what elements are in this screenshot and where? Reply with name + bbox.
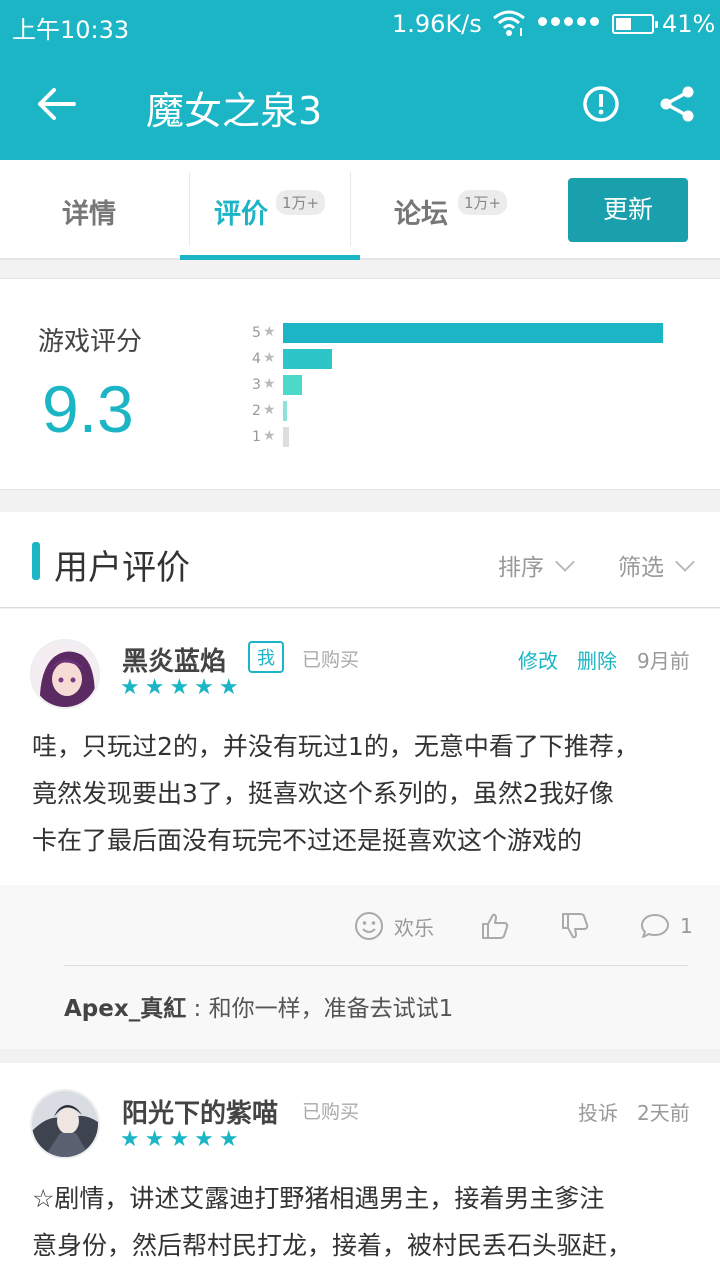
delete-button[interactable]: 删除: [577, 645, 617, 674]
review-line: 哇，只玩过2的，并没有玩过1的，无意中看了下推荐，: [32, 732, 639, 761]
thumbs-down-icon: [562, 913, 589, 939]
star-icon: ★: [263, 376, 276, 392]
battery-percent: 41%: [662, 10, 716, 38]
review-username[interactable]: 阳光下的紫喵: [122, 1093, 278, 1130]
me-badge: 我: [248, 641, 284, 673]
like-button[interactable]: [480, 911, 520, 941]
mood-label: 欢乐: [394, 915, 434, 940]
network-speed: 1.96K/s: [392, 10, 482, 38]
chevron-down-icon: [555, 552, 575, 572]
rating-bar: [283, 349, 332, 369]
tab-label: 详情: [62, 199, 116, 230]
section-title: 用户评价: [54, 548, 190, 588]
rating-bar-label: 3: [252, 377, 261, 393]
wifi-icon: [493, 10, 525, 36]
thumbs-up-icon: [482, 913, 509, 939]
mood-button[interactable]: 欢乐: [354, 911, 434, 941]
chevron-down-icon: [675, 552, 695, 572]
rating-bar-label: 1: [252, 429, 261, 445]
rating-bar: [283, 401, 287, 421]
rating-bar: [283, 375, 302, 395]
status-time: 上午10:33: [12, 16, 130, 44]
app-bar: 魔女之泉3: [0, 50, 720, 160]
rating-bar-label: 2: [252, 403, 261, 419]
review-line: 卡在了最后面没有玩完不过还是挺喜欢这个游戏的: [32, 826, 583, 855]
star-rating: ★★★★★: [120, 1127, 244, 1152]
rating-bar: [283, 427, 289, 447]
page-title: 魔女之泉3: [146, 89, 323, 133]
review-line: ☆剧情，讲述艾露迪打野猪相遇男主，接着男主爹注: [32, 1184, 605, 1213]
report-icon[interactable]: [582, 85, 620, 123]
purchased-tag: 已购买: [302, 649, 360, 671]
share-icon[interactable]: [658, 85, 696, 123]
rating-label: 游戏评分: [38, 327, 143, 357]
tab-divider: [350, 172, 351, 246]
status-bar: 上午10:33 1.96K/s 41%: [0, 0, 720, 50]
review-card: 阳光下的紫喵 已购买 ★★★★★ 投诉 2天前 ☆剧情，讲述艾露迪打野猪相遇男主…: [0, 1063, 720, 1280]
sort-dropdown[interactable]: 排序: [498, 548, 575, 582]
sort-label: 排序: [498, 555, 544, 581]
comment-icon: [641, 914, 669, 938]
review-line: 竟然发现要出3了，挺喜欢这个系列的，虽然2我好像: [32, 779, 614, 808]
tab-label: 评价: [214, 199, 268, 230]
smiley-icon: [355, 912, 383, 940]
tab-label: 论坛: [394, 199, 448, 230]
review-text: 哇，只玩过2的，并没有玩过1的，无意中看了下推荐， 竟然发现要出3了，挺喜欢这个…: [32, 723, 692, 864]
reply-item[interactable]: Apex_真紅 : 和你一样，准备去试试1: [64, 989, 453, 1023]
user-reviews-header: 用户评价 排序 筛选: [0, 512, 720, 608]
tab-details[interactable]: 详情: [0, 160, 180, 258]
star-rating: ★★★★★: [120, 675, 244, 700]
tab-count-badge: 1万+: [458, 190, 508, 215]
section-marker: [32, 542, 40, 580]
avatar[interactable]: [30, 639, 100, 709]
tab-bar: 详情 评价 1万+ 论坛 1万+ 更新: [0, 160, 720, 260]
review-username[interactable]: 黑炎蓝焰: [122, 641, 226, 678]
rating-card: 游戏评分 9.3 5 ★ 4 ★ 3 ★ 2 ★ 1 ★: [0, 278, 720, 490]
review-line: 意身份，然后帮村民打龙，接着，被村民丢石头驱赶，: [32, 1231, 633, 1260]
dislike-button[interactable]: [560, 911, 600, 941]
comment-count: 1: [680, 914, 693, 938]
tab-count-badge: 1万+: [276, 190, 326, 215]
signal-icon: [538, 17, 599, 26]
review-footer: 欢乐 1 Apex_真紅 : 和你一样，准备去试试1: [0, 885, 720, 1049]
rating-bar: [283, 323, 663, 343]
rating-bar-label: 4: [252, 351, 261, 367]
star-icon: ★: [263, 324, 276, 340]
comment-button[interactable]: 1: [640, 911, 693, 941]
review-time: 9月前: [637, 649, 690, 673]
star-icon: ★: [263, 350, 276, 366]
back-arrow-icon[interactable]: [36, 86, 76, 122]
avatar-image: [32, 641, 98, 707]
edit-button[interactable]: 修改: [518, 645, 558, 674]
star-icon: ★: [263, 428, 276, 444]
purchased-tag: 已购买: [302, 1101, 360, 1123]
update-button[interactable]: 更新: [568, 178, 688, 242]
filter-label: 筛选: [618, 555, 664, 581]
tab-forum[interactable]: 论坛 1万+: [360, 160, 540, 258]
rating-score: 9.3: [42, 372, 134, 446]
reply-username[interactable]: Apex_真紅: [64, 996, 186, 1022]
avatar[interactable]: [30, 1089, 100, 1159]
tab-reviews[interactable]: 评价 1万+: [180, 160, 360, 260]
star-icon: ★: [263, 402, 276, 418]
filter-dropdown[interactable]: 筛选: [618, 548, 695, 582]
divider: [64, 965, 688, 966]
rating-bar-label: 5: [252, 325, 261, 341]
battery-icon: [612, 14, 658, 34]
review-time: 2天前: [637, 1101, 690, 1125]
reply-text: : 和你一样，准备去试试1: [186, 996, 454, 1022]
active-tab-indicator: [180, 255, 360, 260]
report-button[interactable]: 投诉: [578, 1097, 618, 1126]
avatar-image: [32, 1091, 98, 1157]
review-text: ☆剧情，讲述艾露迪打野猪相遇男主，接着男主爹注 意身份，然后帮村民打龙，接着，被…: [32, 1175, 692, 1269]
review-card: 黑炎蓝焰 我 已购买 ★★★★★ 修改 删除 9月前 哇，只玩过2的，并没有玩过…: [0, 609, 720, 1049]
